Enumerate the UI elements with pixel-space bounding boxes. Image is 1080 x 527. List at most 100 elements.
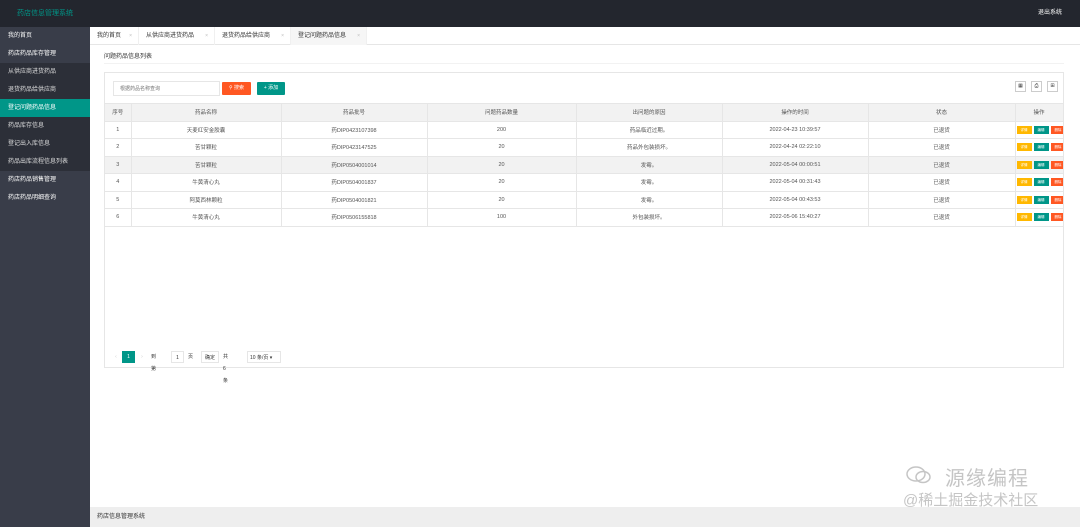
table-cell: 药DIP0504001821 bbox=[281, 190, 428, 209]
tab-label: 从供应商进货药品 bbox=[146, 33, 195, 39]
table-cell: 2022-05-04 00:43:53 bbox=[722, 190, 869, 209]
detail-button[interactable]: 详情 bbox=[1016, 178, 1032, 187]
table-cell: 1 bbox=[105, 120, 132, 139]
detail-button[interactable]: 详情 bbox=[1016, 143, 1032, 152]
table-card: ⚲ 搜索 + 添加 ▦ ⎙ ⊞ 序号 药品名称 药品批号 问题药品数量 出问题的… bbox=[104, 72, 1064, 384]
sidebar-item-sales-mgmt[interactable]: 药店药品销售管理 bbox=[0, 171, 90, 189]
divider bbox=[104, 63, 1064, 64]
table-cell: 已退货 bbox=[868, 155, 1016, 174]
table-cell: 5 bbox=[105, 190, 132, 209]
tab-problem-drugs[interactable]: 登记问题药品信息 × bbox=[291, 27, 367, 45]
problem-drugs-table: 序号 药品名称 药品批号 问题药品数量 出问题的原因 操作的时间 状态 操作 1… bbox=[105, 103, 1064, 227]
edit-button[interactable]: 编辑 bbox=[1033, 178, 1049, 187]
table-cell: 4 bbox=[105, 173, 132, 192]
delete-button[interactable]: 删除 bbox=[1050, 160, 1062, 169]
tab-bar: 我的首页 × 从供应商进货药品 × 退货药品给供应商 × 登记问题药品信息 × bbox=[90, 27, 1080, 45]
row-actions: 详情 编辑 删除 bbox=[1015, 120, 1064, 139]
table-cell: 20 bbox=[427, 155, 577, 174]
table-row[interactable]: 4 牛黄清心丸 药DIP0504001837 20 发霉。 2022-05-04 00:3… bbox=[105, 173, 1064, 192]
tab-return[interactable]: 退货药品给供应商 × bbox=[215, 27, 291, 45]
page-size-select[interactable]: 10 条/页 ▾ bbox=[247, 351, 281, 363]
columns-icon[interactable]: ▦ bbox=[1015, 81, 1026, 92]
col-header[interactable]: 药品批号 bbox=[281, 103, 428, 122]
table-cell: 2 bbox=[105, 138, 132, 157]
row-actions: 详情 编辑 删除 bbox=[1015, 138, 1064, 157]
tab-home[interactable]: 我的首页 × bbox=[90, 27, 139, 45]
goto-confirm-button[interactable]: 确定 bbox=[201, 351, 219, 363]
export-icon[interactable]: ⊞ bbox=[1047, 81, 1058, 92]
sidebar-item-problem-drugs[interactable]: 登记问题药品信息 bbox=[0, 99, 90, 117]
next-page-icon[interactable]: › bbox=[137, 351, 147, 363]
row-actions: 详情 编辑 删除 bbox=[1015, 208, 1064, 227]
sidebar-item-in-out[interactable]: 登记出入库信息 bbox=[0, 135, 90, 153]
add-button[interactable]: + 添加 bbox=[257, 82, 285, 95]
edit-button[interactable]: 编辑 bbox=[1033, 160, 1049, 169]
delete-button[interactable]: 删除 bbox=[1050, 213, 1062, 222]
logout-button[interactable]: 退出系统 bbox=[1038, 0, 1062, 27]
table-cell: 已退货 bbox=[868, 173, 1016, 192]
table-cell: 发霉。 bbox=[576, 190, 723, 209]
tab-label: 登记问题药品信息 bbox=[298, 33, 347, 39]
col-header[interactable]: 状态 bbox=[868, 103, 1016, 122]
sidebar-item-outflow-list[interactable]: 药品出库流程信息列表 bbox=[0, 153, 90, 171]
app-title[interactable]: 药店信息管理系统 bbox=[0, 0, 90, 27]
tab-purchase[interactable]: 从供应商进货药品 × bbox=[139, 27, 215, 45]
table-row[interactable]: 2 苦甘颗粒 药DIP0423147525 20 药品外包装损坏。 2022-04-24 … bbox=[105, 138, 1064, 157]
table-cell: 苦甘颗粒 bbox=[131, 155, 282, 174]
close-icon[interactable]: × bbox=[357, 27, 360, 45]
edit-button[interactable]: 编辑 bbox=[1033, 125, 1049, 134]
prev-page-icon[interactable]: ‹ bbox=[111, 351, 121, 363]
table-cell: 药品临近过期。 bbox=[576, 120, 723, 139]
table-row[interactable]: 6 牛黄清心丸 药DIP0506155818 100 外包装损坏。 2022-05-06 … bbox=[105, 208, 1064, 227]
delete-button[interactable]: 删除 bbox=[1050, 195, 1062, 204]
search-button[interactable]: ⚲ 搜索 bbox=[222, 82, 251, 95]
edit-button[interactable]: 编辑 bbox=[1033, 213, 1049, 222]
table-row[interactable]: 5 阿莫西林颗粒 药DIP0504001821 20 发霉。 2022-05-04 00:… bbox=[105, 190, 1064, 209]
detail-button[interactable]: 详情 bbox=[1016, 160, 1032, 169]
col-header[interactable]: 问题药品数量 bbox=[427, 103, 577, 122]
total-count: 共 6 条 bbox=[223, 354, 229, 384]
delete-button[interactable]: 删除 bbox=[1050, 143, 1062, 152]
delete-button[interactable]: 删除 bbox=[1050, 125, 1062, 134]
sidebar-item-stock[interactable]: 药品库存信息 bbox=[0, 117, 90, 135]
table-cell: 2022-04-24 02:22:10 bbox=[722, 138, 869, 157]
table-cell: 药DIP0423107398 bbox=[281, 120, 428, 139]
search-input[interactable] bbox=[113, 81, 220, 96]
detail-button[interactable]: 详情 bbox=[1016, 125, 1032, 134]
close-icon[interactable]: × bbox=[129, 27, 132, 45]
table-row[interactable]: 3 苦甘颗粒 药DIP0504001014 20 发霉。 2022-05-04 00:00… bbox=[105, 155, 1064, 174]
col-header: 操作 bbox=[1015, 103, 1064, 122]
top-header: 药店信息管理系统 退出系统 bbox=[0, 0, 1080, 27]
table-cell: 3 bbox=[105, 155, 132, 174]
search-icon: ⚲ bbox=[228, 85, 233, 91]
delete-button[interactable]: 删除 bbox=[1050, 178, 1062, 187]
table-cell: 2022-05-04 00:00:51 bbox=[722, 155, 869, 174]
sidebar-item-purchase[interactable]: 从供应商进货药品 bbox=[0, 63, 90, 81]
page-title: 问题药品信息列表 bbox=[104, 54, 153, 60]
sidebar-item-return[interactable]: 退货药品给供应商 bbox=[0, 81, 90, 99]
edit-button[interactable]: 编辑 bbox=[1033, 143, 1049, 152]
sidebar-item-inventory-mgmt[interactable]: 药店药品库存管理 bbox=[0, 45, 90, 63]
table-cell: 已退货 bbox=[868, 208, 1016, 227]
sidebar-item-detail-query[interactable]: 药店药品明细查询 bbox=[0, 189, 90, 207]
close-icon[interactable]: × bbox=[205, 27, 208, 45]
table-row[interactable]: 1 天麦红安金胶囊 药DIP0423107398 200 药品临近过期。 2022-04-… bbox=[105, 120, 1064, 139]
watermark-title: 源缘编程 bbox=[945, 468, 1029, 490]
col-header[interactable]: 出问题的原因 bbox=[576, 103, 723, 122]
detail-button[interactable]: 详情 bbox=[1016, 195, 1032, 204]
col-header[interactable]: 序号 bbox=[105, 103, 132, 122]
edit-button[interactable]: 编辑 bbox=[1033, 195, 1049, 204]
table-cell: 药DIP0504001837 bbox=[281, 173, 428, 192]
col-header[interactable]: 操作的时间 bbox=[722, 103, 869, 122]
col-header[interactable]: 药品名称 bbox=[131, 103, 282, 122]
table-cell: 牛黄清心丸 bbox=[131, 173, 282, 192]
page-current[interactable]: 1 bbox=[122, 351, 135, 363]
close-icon[interactable]: × bbox=[281, 27, 284, 45]
goto-page-input[interactable]: 1 bbox=[171, 351, 184, 363]
table-cell: 外包装损坏。 bbox=[576, 208, 723, 227]
sidebar-item-home[interactable]: 我的首页 bbox=[0, 27, 90, 45]
detail-button[interactable]: 详情 bbox=[1016, 213, 1032, 222]
row-actions: 详情 编辑 删除 bbox=[1015, 155, 1064, 174]
main-content: 问题药品信息列表 ⚲ 搜索 + 添加 ▦ ⎙ ⊞ 序号 药品名称 药品批号 bbox=[90, 45, 1080, 507]
print-icon[interactable]: ⎙ bbox=[1031, 81, 1042, 92]
